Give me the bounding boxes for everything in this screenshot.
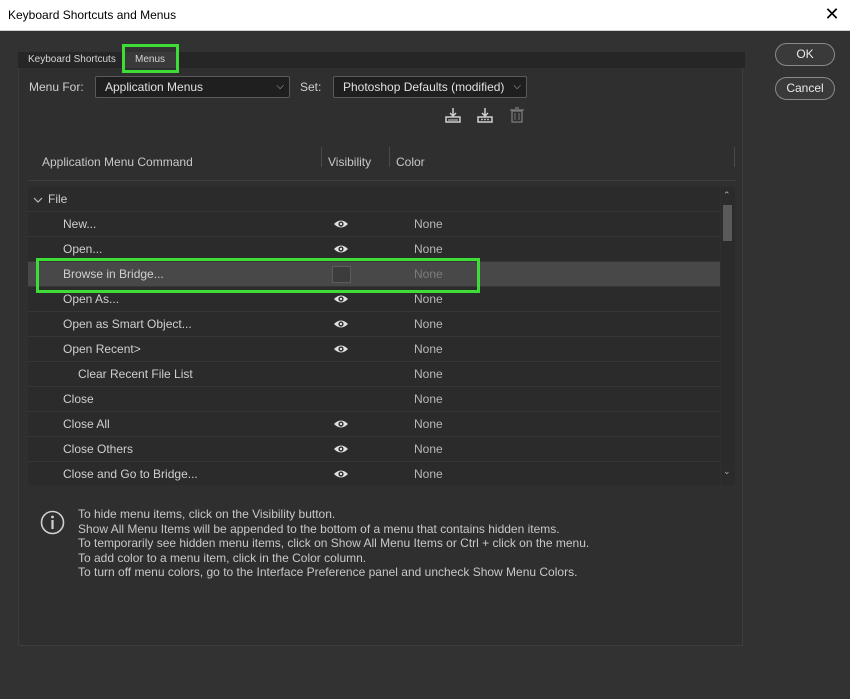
help-line: To turn off menu colors, go to the Inter… — [78, 565, 578, 579]
color-cell[interactable]: None — [414, 217, 443, 231]
scrollbar-thumb[interactable] — [723, 205, 732, 241]
visibility-toggle[interactable] — [332, 266, 351, 283]
table-row[interactable]: Close All None — [28, 412, 720, 437]
group-row-file[interactable]: File — [28, 187, 720, 212]
chevron-down-icon[interactable] — [33, 195, 43, 205]
help-line: To add color to a menu item, click in th… — [78, 550, 367, 565]
eye-icon[interactable] — [333, 243, 349, 255]
save-set-as-icon[interactable] — [476, 106, 494, 124]
color-cell[interactable]: None — [414, 392, 443, 406]
menu-for-label: Menu For: — [29, 80, 84, 94]
table-header: Application Menu Command Visibility Colo… — [28, 141, 736, 181]
chevron-down-icon: ⌵ — [276, 81, 284, 92]
menu-for-select[interactable]: Application Menus ⌵ — [95, 76, 290, 98]
menu-command-list: File New... None Open... None Browse in Brid… — [28, 187, 720, 485]
table-row[interactable]: Close None — [28, 387, 720, 412]
table-row[interactable]: Clear Recent File List None — [28, 362, 720, 387]
color-cell[interactable]: None — [414, 242, 443, 256]
menu-for-value: Application Menus — [105, 80, 204, 94]
command-label: Close All — [63, 417, 110, 431]
command-label: Browse in Bridge... — [63, 267, 164, 281]
window-title: Keyboard Shortcuts and Menus — [8, 8, 177, 22]
chevron-down-icon: ⌵ — [513, 81, 521, 92]
column-header-command[interactable]: Application Menu Command — [42, 155, 193, 169]
column-header-visibility[interactable]: Visibility — [328, 155, 371, 169]
column-divider — [321, 147, 322, 167]
table-row[interactable]: Browse in Bridge... None — [28, 262, 720, 287]
info-icon — [40, 510, 65, 535]
table-row[interactable]: Close Others None — [28, 437, 720, 462]
scrollbar[interactable]: ⌃ ⌄ — [721, 187, 735, 485]
ok-button[interactable]: OK — [775, 43, 835, 66]
table-row[interactable]: Close and Go to Bridge... None — [28, 462, 720, 485]
close-icon[interactable]: ✕ — [822, 5, 842, 25]
color-cell[interactable]: None — [414, 442, 443, 456]
eye-icon[interactable] — [333, 218, 349, 230]
table-row[interactable]: Open... None — [28, 237, 720, 262]
table-row[interactable]: Open as Smart Object... None — [28, 312, 720, 337]
eye-icon[interactable] — [333, 293, 349, 305]
color-cell[interactable]: None — [414, 417, 443, 431]
eye-icon[interactable] — [333, 343, 349, 355]
command-label: Close — [63, 392, 94, 406]
set-value: Photoshop Defaults (modified) — [343, 80, 505, 94]
cancel-button[interactable]: Cancel — [775, 77, 835, 100]
group-label: File — [48, 192, 68, 206]
color-cell[interactable]: None — [414, 292, 443, 306]
set-label: Set: — [300, 80, 322, 94]
help-line: Show All Menu Items will be appended to … — [78, 521, 560, 536]
help-line: To hide menu items, click on the Visibil… — [78, 507, 336, 521]
title-bar: Keyboard Shortcuts and Menus ✕ — [0, 0, 850, 31]
command-label: Open Recent> — [63, 342, 141, 356]
command-label: Open as Smart Object... — [63, 317, 192, 331]
delete-set-icon[interactable] — [508, 106, 526, 124]
tab-keyboard-shortcuts[interactable]: Keyboard Shortcuts — [28, 52, 116, 68]
color-cell[interactable]: None — [414, 342, 443, 356]
scroll-up-arrow-icon[interactable]: ⌃ — [723, 191, 731, 201]
column-divider — [389, 147, 390, 167]
help-line: To temporarily see hidden menu items, cl… — [78, 536, 590, 550]
command-label: Close and Go to Bridge... — [63, 467, 198, 481]
command-label: New... — [63, 217, 97, 231]
eye-icon[interactable] — [333, 443, 349, 455]
command-label: Close Others — [63, 442, 134, 456]
column-header-color[interactable]: Color — [396, 155, 425, 169]
color-cell[interactable]: None — [414, 467, 443, 481]
command-label: Clear Recent File List — [78, 367, 193, 381]
eye-icon[interactable] — [333, 318, 349, 330]
command-label: Open As... — [63, 292, 120, 306]
table-row[interactable]: Open As... None — [28, 287, 720, 312]
table-row[interactable]: New... None — [28, 212, 720, 237]
scroll-down-arrow-icon[interactable]: ⌄ — [723, 467, 731, 477]
eye-icon[interactable] — [333, 468, 349, 480]
color-cell[interactable]: None — [414, 367, 443, 381]
column-divider — [734, 147, 735, 167]
color-cell[interactable]: None — [414, 317, 443, 331]
save-set-icon[interactable] — [444, 106, 462, 124]
eye-icon[interactable] — [333, 418, 349, 430]
help-text: To hide menu items, click on the Visibil… — [78, 507, 589, 580]
set-select[interactable]: Photoshop Defaults (modified) ⌵ — [333, 76, 527, 98]
table-row[interactable]: Open Recent> None — [28, 337, 720, 362]
command-label: Open... — [63, 242, 103, 256]
color-cell[interactable]: None — [414, 267, 443, 281]
tab-menus[interactable]: Menus — [125, 52, 176, 68]
